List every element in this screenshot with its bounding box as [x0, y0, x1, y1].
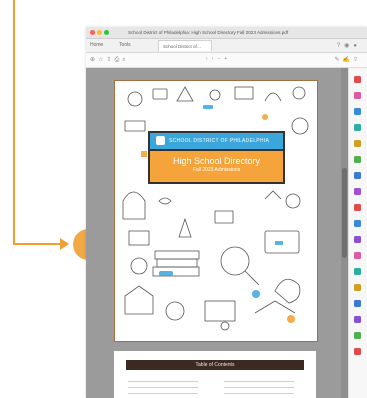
scrollbar-thumb[interactable]: [342, 168, 347, 258]
document-view[interactable]: SCHOOL DISTRICT OF PHILADELPHIA High Sch…: [86, 68, 348, 398]
redact-icon[interactable]: [354, 172, 361, 179]
toolbar-right-group: ✎✍⇧: [334, 56, 361, 63]
directory-title: High School Directory: [172, 156, 261, 166]
district-logo-icon: [156, 136, 165, 145]
page-navigation: ‹›−+: [206, 56, 231, 62]
callout-line-horizontal: [13, 243, 65, 245]
pdf-reader-window: School District of Philadelphia: High Sc…: [86, 27, 367, 398]
minimize-window-button[interactable]: [97, 30, 102, 35]
send-for-signature-icon[interactable]: [354, 236, 361, 243]
account-icon[interactable]: ●: [353, 43, 361, 49]
maximize-window-button[interactable]: [104, 30, 109, 35]
sign-icon[interactable]: ✍: [342, 57, 352, 63]
stamp-icon[interactable]: [354, 316, 361, 323]
share-icon[interactable]: ⇧: [353, 57, 361, 63]
tab-home[interactable]: Home: [90, 42, 103, 48]
district-name: SCHOOL DISTRICT OF PHILADELPHIA: [169, 138, 270, 144]
toc-line: [128, 387, 198, 388]
protect-icon[interactable]: [354, 188, 361, 195]
print-production-icon[interactable]: [354, 332, 361, 339]
toc-line: [224, 387, 294, 388]
cover-illustration: [122, 86, 309, 331]
toc-page: Table of Contents: [114, 351, 316, 398]
zoom-search-icon[interactable]: ⌕: [122, 57, 128, 63]
directory-banner: High School Directory Fall 2023 Admissio…: [148, 151, 285, 184]
create-pdf-icon[interactable]: [354, 108, 361, 115]
district-banner: SCHOOL DISTRICT OF PHILADELPHIA: [148, 131, 285, 151]
toc-line: [128, 393, 198, 394]
toc-line: [224, 381, 294, 382]
callout-arrow-icon: [60, 238, 69, 250]
title-bar: School District of Philadelphia: High Sc…: [86, 27, 367, 39]
toc-line: [128, 381, 198, 382]
toolbar-left-group: ⊕☆⇪⎙⌕: [90, 56, 129, 64]
combine-files-icon[interactable]: [354, 140, 361, 147]
tools-side-panel: [348, 68, 367, 398]
callout-line-vertical: [13, 0, 15, 245]
scan-ocr-icon[interactable]: [354, 220, 361, 227]
zoom-in-icon[interactable]: +: [224, 56, 231, 62]
tab-bar: Home Tools School District of… ?◉●: [86, 39, 367, 53]
header-icons: ?◉●: [337, 42, 361, 49]
bell-icon[interactable]: ◉: [344, 43, 353, 49]
toc-line: [224, 393, 294, 394]
toolbar: ⊕☆⇪⎙⌕ ‹›−+ ✎✍⇧: [86, 53, 367, 68]
window-title: School District of Philadelphia: High Sc…: [128, 30, 289, 35]
tab-tools[interactable]: Tools: [119, 42, 131, 48]
accessibility-icon[interactable]: [354, 268, 361, 275]
toc-header: Table of Contents: [126, 360, 304, 370]
compare-icon[interactable]: [354, 300, 361, 307]
tab-document[interactable]: School District of…: [158, 40, 212, 51]
fill-sign-icon[interactable]: [354, 204, 361, 211]
organize-pages-icon[interactable]: [354, 156, 361, 163]
comment-icon[interactable]: [354, 124, 361, 131]
export-pdf-icon[interactable]: [354, 76, 361, 83]
vertical-scrollbar[interactable]: [341, 68, 348, 398]
cover-title-card: SCHOOL DISTRICT OF PHILADELPHIA High Sch…: [148, 131, 285, 184]
edit-pdf-icon[interactable]: [354, 92, 361, 99]
directory-subtitle: Fall 2023 Admissions: [192, 167, 241, 173]
measure-icon[interactable]: [354, 284, 361, 291]
compress-icon[interactable]: [354, 252, 361, 259]
create-icon[interactable]: ⊕: [90, 57, 98, 63]
cover-page: SCHOOL DISTRICT OF PHILADELPHIA High Sch…: [114, 80, 318, 342]
close-window-button[interactable]: [90, 30, 95, 35]
more-tools-icon[interactable]: [354, 348, 361, 355]
